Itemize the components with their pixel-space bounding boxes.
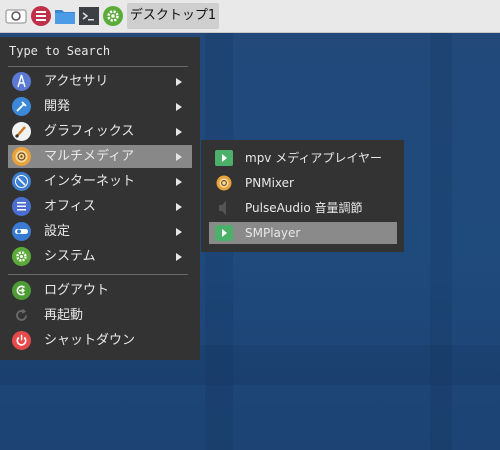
menu-separator [8, 66, 188, 67]
menu-launcher-icon[interactable] [5, 5, 27, 27]
menu-item-logout[interactable]: ログアウト [8, 279, 192, 302]
menu-item-label: 設定 [44, 224, 71, 239]
accessories-icon [12, 72, 31, 91]
menu-item-label: ログアウト [44, 283, 110, 298]
office-icon [12, 197, 31, 216]
menu-item-label: アクセサリ [44, 74, 109, 89]
file-manager-icon[interactable] [54, 5, 76, 27]
menu-item-shutdown[interactable]: シャットダウン [8, 329, 192, 352]
speaker-icon [215, 200, 233, 216]
chevron-right-icon [176, 103, 182, 111]
menu-item-label: システム [44, 249, 96, 264]
menu-item-office[interactable]: オフィス [8, 195, 192, 218]
menu-item-label: マルチメディア [44, 149, 135, 164]
chevron-right-icon [176, 78, 182, 86]
menu-item-restart[interactable]: 再起動 [8, 304, 192, 327]
chevron-right-icon [176, 228, 182, 236]
internet-icon [12, 172, 31, 191]
submenu-item-smplayer[interactable]: SMPlayer [209, 222, 397, 244]
chevron-right-icon [176, 128, 182, 136]
shutdown-icon [12, 331, 31, 350]
submenu-item-label: PNMixer [245, 176, 294, 190]
menu-item-label: シャットダウン [44, 333, 136, 348]
menu-item-graphics[interactable]: グラフィックス [8, 120, 192, 143]
menu-item-label: オフィス [44, 199, 96, 214]
submenu-item-label: mpv メディアプレイヤー [245, 151, 383, 165]
application-menu: Type to Search アクセサリ 開発 グラフィックス マルチメディア … [0, 37, 200, 360]
top-panel: デスクトップ1 [0, 0, 500, 33]
development-icon [12, 97, 31, 116]
app-menu-icon[interactable] [30, 5, 52, 27]
menu-item-label: 再起動 [44, 308, 84, 323]
workspace-button[interactable]: デスクトップ1 [127, 3, 219, 29]
menu-item-accessories[interactable]: アクセサリ [8, 70, 192, 93]
multimedia-icon [12, 147, 31, 166]
chevron-right-icon [176, 178, 182, 186]
smplayer-icon [215, 225, 233, 241]
wallpaper-stripe [430, 0, 452, 450]
menu-item-settings[interactable]: 設定 [8, 220, 192, 243]
menu-item-system[interactable]: システム [8, 245, 192, 268]
settings-gear-icon[interactable] [102, 5, 124, 27]
graphics-icon [12, 122, 31, 141]
menu-item-label: インターネット [44, 174, 136, 189]
menu-separator [8, 274, 188, 275]
submenu-item-label: PulseAudio 音量調節 [245, 201, 363, 215]
menu-item-development[interactable]: 開発 [8, 95, 192, 118]
search-input[interactable]: Type to Search [9, 44, 110, 58]
menu-item-label: グラフィックス [44, 124, 135, 139]
pnmixer-icon [215, 175, 233, 191]
chevron-right-icon [176, 153, 182, 161]
restart-icon [12, 306, 31, 325]
multimedia-submenu: mpv メディアプレイヤー PNMixer PulseAudio 音量調節 SM… [201, 140, 404, 252]
submenu-item-pnmixer[interactable]: PNMixer [209, 172, 397, 194]
menu-item-internet[interactable]: インターネット [8, 170, 192, 193]
system-icon [12, 247, 31, 266]
menu-item-label: 開発 [44, 99, 71, 114]
logout-icon [12, 281, 31, 300]
submenu-item-pulseaudio[interactable]: PulseAudio 音量調節 [209, 197, 397, 219]
settings-icon [12, 222, 31, 241]
submenu-item-label: SMPlayer [245, 226, 301, 240]
terminal-icon[interactable] [79, 5, 99, 27]
mpv-icon [215, 150, 233, 166]
menu-item-multimedia[interactable]: マルチメディア [8, 145, 192, 168]
chevron-right-icon [176, 203, 182, 211]
submenu-item-mpv[interactable]: mpv メディアプレイヤー [209, 147, 397, 169]
chevron-right-icon [176, 253, 182, 261]
